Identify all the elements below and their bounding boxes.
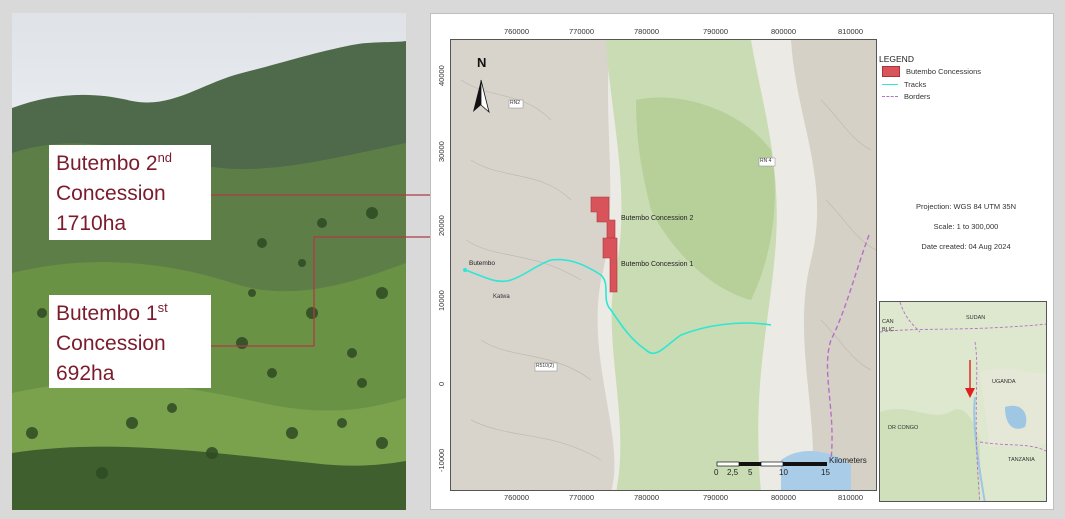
legend-item-borders: Borders — [882, 92, 930, 101]
label-concession-1: Butembo Concession 1 — [621, 261, 694, 268]
road-label-rn2: RN2 — [510, 100, 521, 106]
scale-tick-5: 5 — [748, 468, 753, 477]
butembo-1-callout: Butembo 1st Concession 692ha — [49, 295, 211, 388]
x-tick-bottom-2: 770000 — [569, 493, 595, 502]
inset-map[interactable]: SUDAN CAN BLIC UGANDA DR CONGO TANZANIA — [879, 301, 1047, 502]
legend-label-tracks: Tracks — [904, 80, 927, 89]
callout-1-area: 692ha — [56, 362, 115, 385]
y-tick-1: 40000 — [437, 65, 446, 86]
projection-text: Projection: WGS 84 UTM 35N — [915, 202, 1017, 211]
y-tick-3: 20000 — [437, 215, 446, 236]
x-tick-bottom-3: 780000 — [634, 493, 660, 502]
callout-2-ordinal: nd — [157, 150, 173, 165]
callout-2-line2: Concession — [56, 182, 166, 205]
scale-tick-10: 10 — [779, 468, 788, 477]
callout-1-line2: Concession — [56, 332, 166, 355]
inset-label-car-2: BLIC — [882, 327, 895, 333]
inset-label-car-1: CAN — [882, 319, 894, 325]
y-tick-4: 10000 — [437, 290, 446, 311]
date-text: Date created: 04 Aug 2024 — [921, 242, 1011, 251]
butembo-2-callout: Butembo 2nd Concession 1710ha — [49, 145, 211, 240]
y-tick-2: 30000 — [437, 141, 446, 162]
road-label-rn4: RN 4 — [760, 158, 772, 164]
x-tick-bottom-1: 760000 — [504, 493, 530, 502]
purple-dashed-line-icon — [882, 96, 898, 97]
inset-label-uganda: UGANDA — [992, 379, 1016, 385]
inset-label-tanzania: TANZANIA — [1008, 457, 1035, 463]
cyan-line-icon — [882, 84, 898, 85]
label-concession-2: Butembo Concession 2 — [621, 215, 694, 222]
inset-label-drc: DR CONGO — [888, 425, 919, 431]
callout-1-ordinal: st — [157, 300, 168, 315]
x-tick-bottom-4: 790000 — [703, 493, 729, 502]
legend-item-concessions: Butembo Concessions — [882, 66, 981, 77]
scale-text: Scale: 1 to 300,000 — [933, 222, 999, 231]
x-tick-top-2: 770000 — [569, 27, 595, 36]
red-box-icon — [882, 66, 900, 77]
callout-2-name: Butembo 2 — [56, 152, 158, 175]
x-tick-top-6: 810000 — [838, 27, 864, 36]
scale-unit: Kilometers — [829, 456, 867, 465]
place-katwa: Katwa — [493, 294, 510, 300]
scale-bar-graphic — [716, 461, 827, 467]
scale-tick-2-5: 2,5 — [727, 468, 739, 477]
x-tick-top-4: 790000 — [703, 27, 729, 36]
scale-tick-15: 15 — [821, 468, 830, 477]
x-tick-bottom-5: 800000 — [771, 493, 797, 502]
map-panel: 760000 770000 780000 790000 800000 81000… — [430, 13, 1054, 510]
inset-map-graphic — [880, 302, 1046, 501]
x-tick-top-1: 760000 — [504, 27, 530, 36]
hillside-illustration — [12, 41, 406, 510]
main-map[interactable]: N RN2 RN 4 R510(2) Butembo Katwa Butembo… — [450, 39, 877, 491]
inset-label-sudan: SUDAN — [966, 315, 986, 321]
x-tick-bottom-6: 810000 — [838, 493, 864, 502]
y-tick-6: -10000 — [437, 448, 446, 472]
road-label-r510: R510(2) — [536, 363, 555, 369]
landscape-photo: Butembo 2nd Concession 1710ha Butembo 1s… — [12, 13, 406, 510]
callout-2-area: 1710ha — [56, 212, 127, 235]
place-butembo: Butembo — [469, 260, 496, 267]
callout-1-name: Butembo 1 — [56, 302, 158, 325]
scale-tick-0: 0 — [714, 468, 719, 477]
legend-item-tracks: Tracks — [882, 80, 926, 89]
x-tick-top-5: 800000 — [771, 27, 797, 36]
north-label: N — [477, 55, 487, 70]
y-tick-5: 0 — [437, 381, 446, 386]
legend-title: LEGEND — [879, 54, 914, 64]
legend-label-borders: Borders — [904, 92, 931, 101]
x-tick-top-3: 780000 — [634, 27, 660, 36]
legend-label-concessions: Butembo Concessions — [906, 67, 982, 76]
